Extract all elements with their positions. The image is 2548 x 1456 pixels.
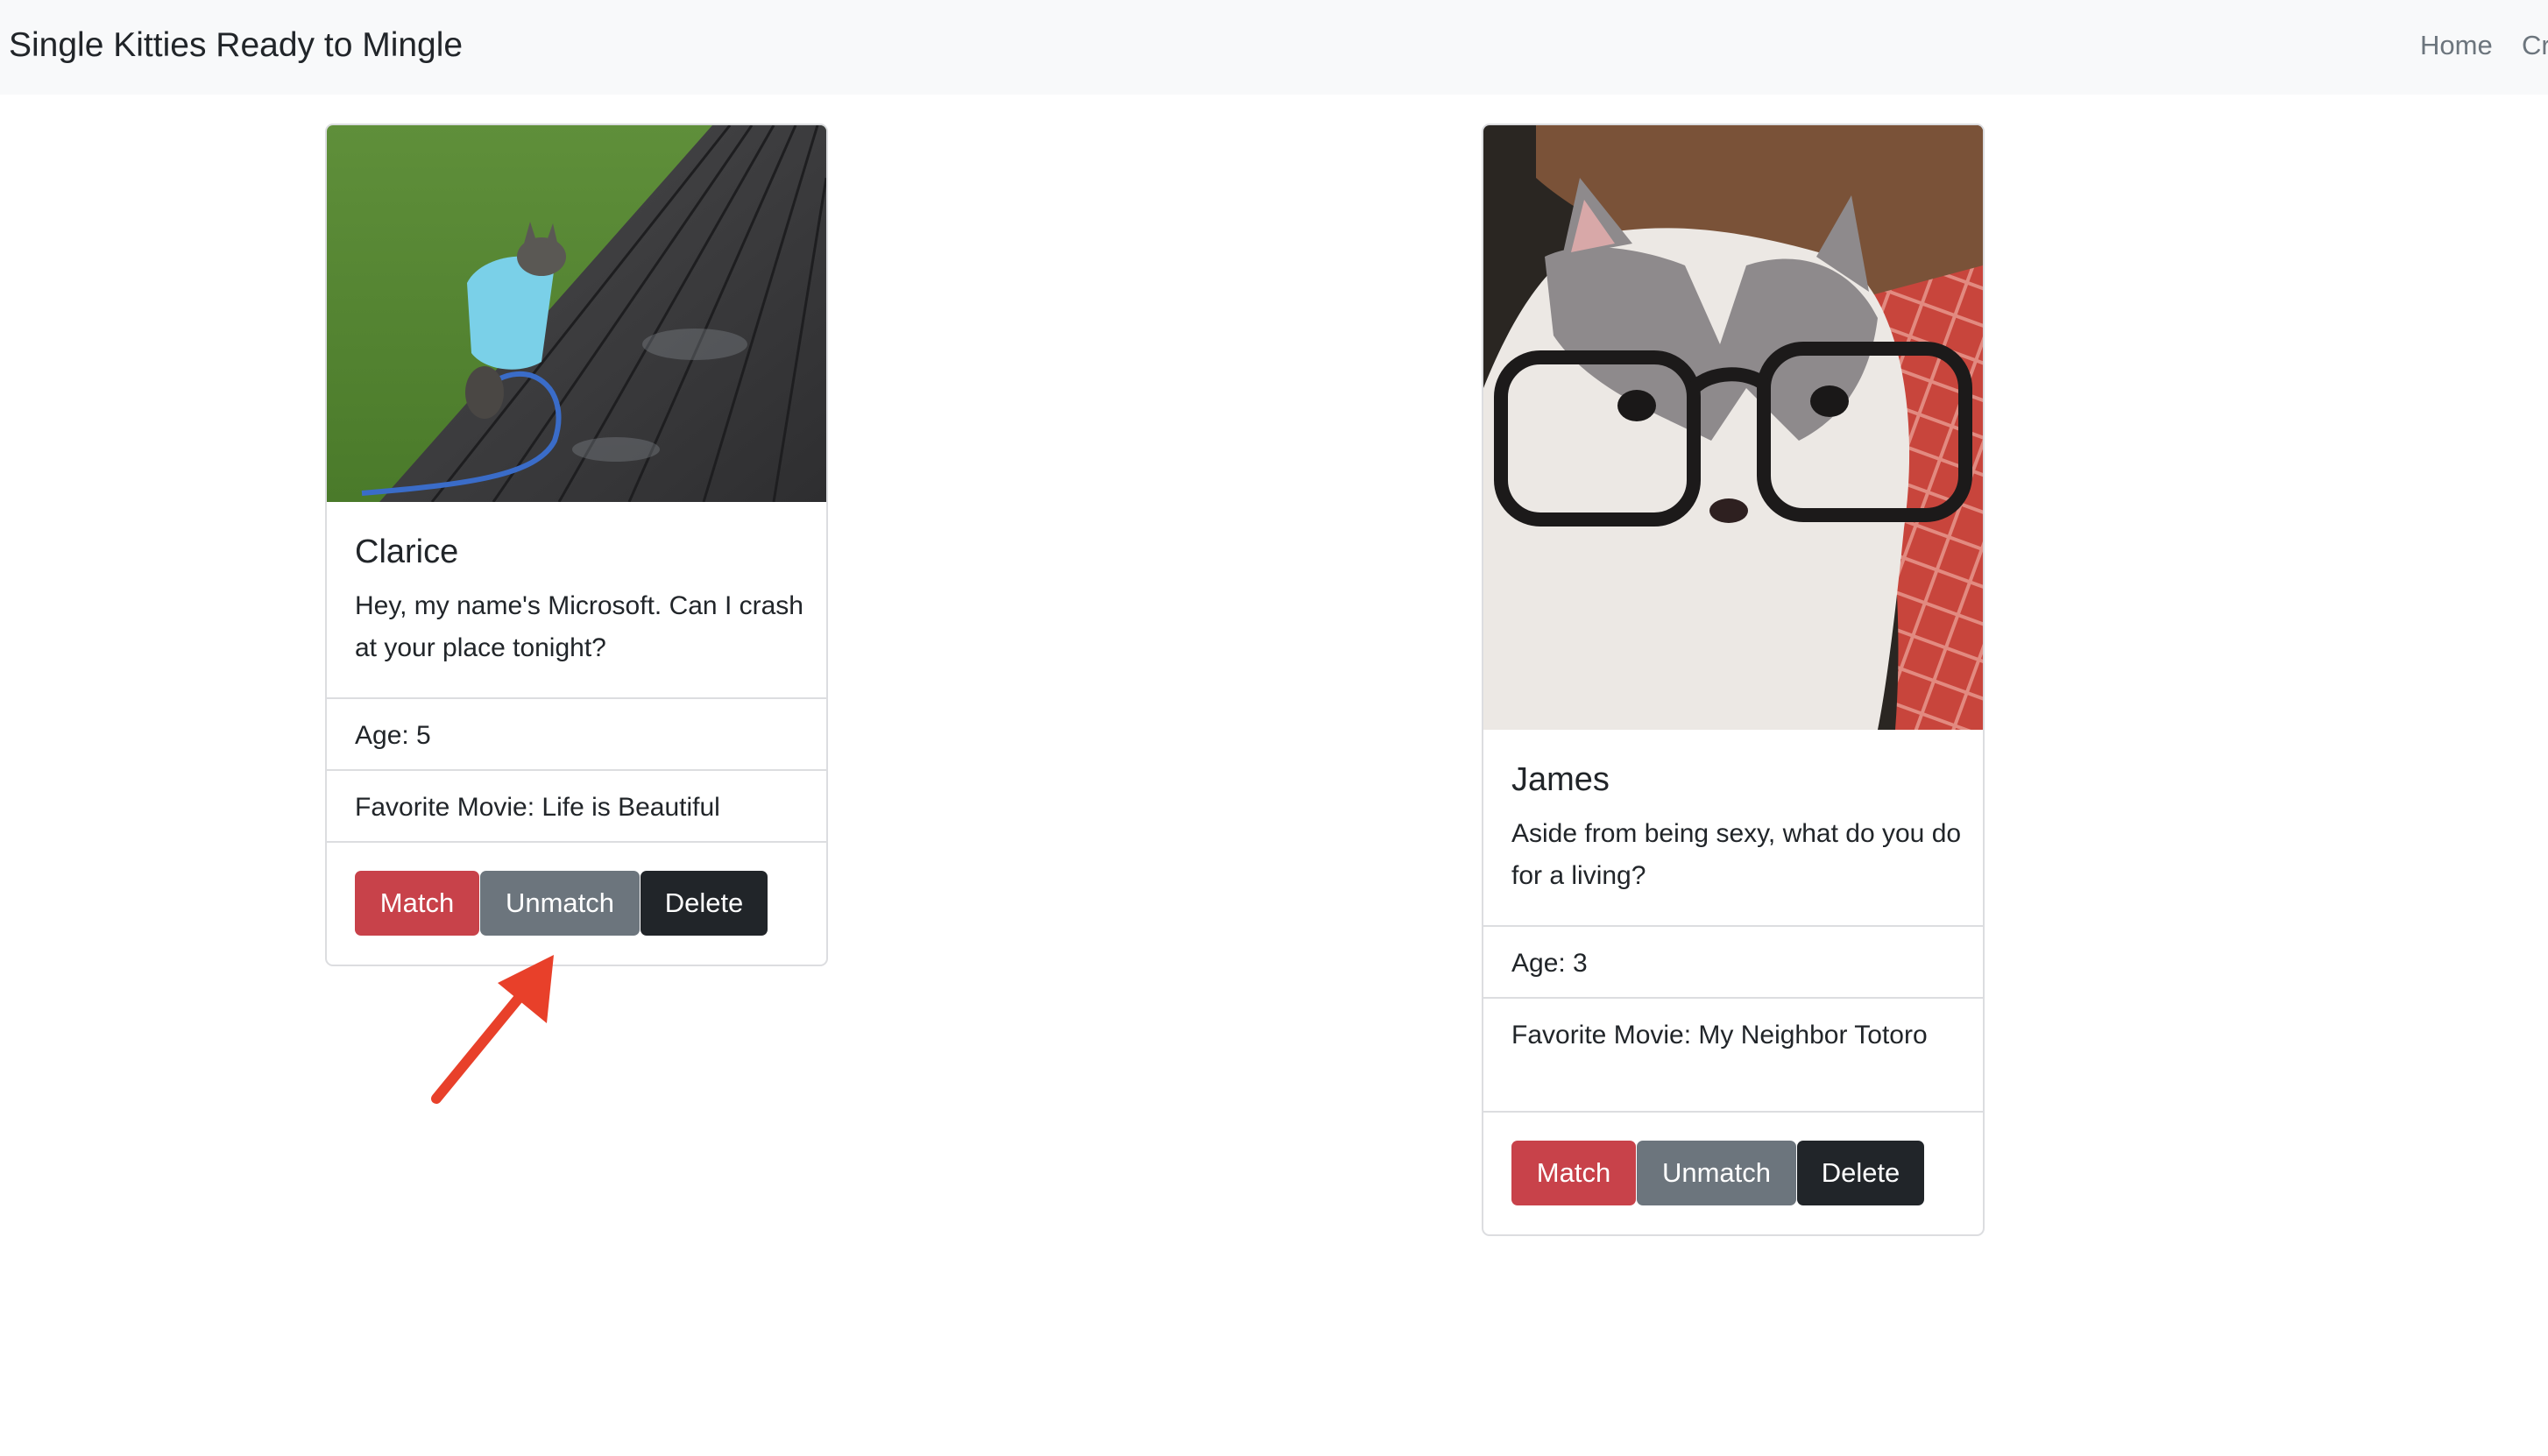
card-title: Clarice — [355, 534, 459, 570]
kitty-card-clarice: Clarice Hey, my name's Microsoft. Can I … — [325, 124, 828, 966]
delete-button[interactable]: Delete — [641, 871, 768, 936]
divider — [327, 769, 826, 771]
unmatch-button[interactable]: Unmatch — [480, 871, 640, 936]
card-title: James — [1511, 761, 1610, 798]
navbar-brand[interactable]: Single Kitties Ready to Mingle — [9, 23, 463, 68]
divider — [1483, 1111, 1983, 1113]
navbar: Single Kitties Ready to Mingle Home Cr — [0, 0, 2548, 95]
kitty-card-james: James Aside from being sexy, what do you… — [1482, 124, 1985, 1236]
annotation-arrow-icon — [431, 955, 554, 1104]
card-favorite-movie: Favorite Movie: Life is Beautiful — [355, 793, 720, 822]
nav-link-create[interactable]: Cr — [2522, 26, 2548, 65]
nav-link-home[interactable]: Home — [2420, 26, 2493, 65]
kitty-photo-clarice — [327, 125, 826, 502]
delete-button[interactable]: Delete — [1797, 1141, 1924, 1205]
divider — [1483, 997, 1983, 999]
divider — [327, 841, 826, 843]
unmatch-button[interactable]: Unmatch — [1637, 1141, 1796, 1205]
divider — [327, 697, 826, 699]
card-favorite-movie: Favorite Movie: My Neighbor Totoro — [1511, 1021, 1928, 1050]
card-bio: Aside from being sexy, what do you do fo… — [1511, 819, 1962, 890]
card-age: Age: 3 — [1511, 949, 1588, 978]
kitty-photo-james — [1483, 125, 1983, 730]
divider — [1483, 925, 1983, 927]
card-bio: Hey, my name's Microsoft. Can I crash at… — [355, 591, 803, 662]
match-button[interactable]: Match — [355, 871, 479, 936]
match-button[interactable]: Match — [1511, 1141, 1636, 1205]
card-age: Age: 5 — [355, 721, 431, 750]
